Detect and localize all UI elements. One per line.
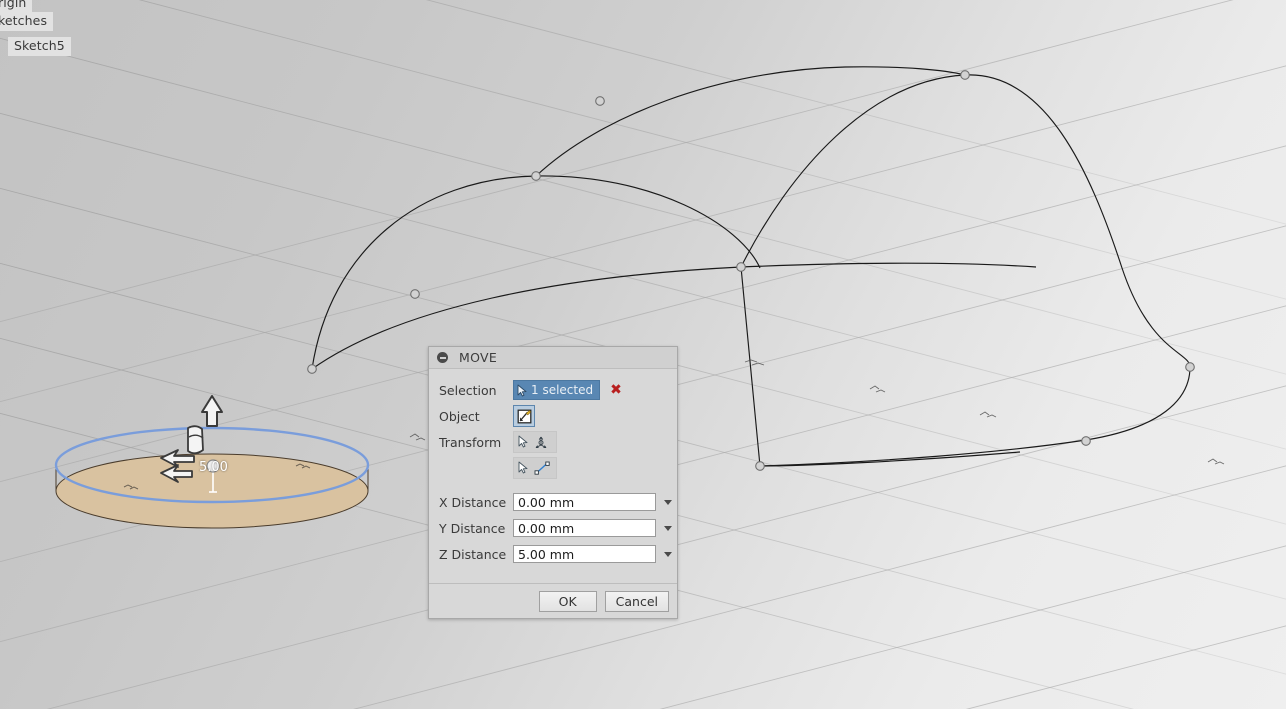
manip-left-arrow-lower	[160, 464, 193, 483]
dialog-footer: OK Cancel	[429, 584, 677, 618]
selection-label: Selection	[439, 382, 497, 398]
manip-drag-point	[206, 459, 220, 493]
dialog-body: Selection 1 selected ✖ Object Transform …	[429, 369, 677, 584]
z-distance-label: Z Distance	[439, 546, 507, 562]
row-z-distance: Z Distance	[429, 541, 677, 567]
manip-up-arrow	[201, 395, 223, 427]
x-distance-input[interactable]	[513, 493, 656, 511]
object-label: Object	[439, 408, 480, 424]
move-triad-icon[interactable]	[513, 431, 557, 453]
manip-plane-handle	[187, 425, 204, 455]
sketch-edit-icon[interactable]	[513, 405, 535, 427]
point-to-point-icon[interactable]	[513, 457, 557, 479]
y-distance-input[interactable]	[513, 519, 656, 537]
z-distance-input[interactable]	[513, 545, 656, 563]
selection-count-text: 1 selected	[531, 383, 594, 397]
row-transform: Transform	[429, 429, 677, 455]
cancel-button[interactable]: Cancel	[604, 590, 669, 612]
row-selection: Selection 1 selected ✖	[429, 377, 677, 403]
move-dialog[interactable]: MOVE Selection 1 selected ✖ Object Trans…	[428, 346, 678, 619]
dialog-title-text: MOVE	[459, 350, 498, 365]
minus-circle-icon[interactable]	[437, 352, 448, 363]
row-y-distance: Y Distance	[429, 515, 677, 541]
z-distance-dropdown-icon[interactable]	[664, 551, 672, 557]
browser-item-sketches[interactable]: ketches	[0, 12, 54, 31]
browser-item-sketch5[interactable]: Sketch5	[8, 37, 71, 56]
row-transform-second	[429, 455, 677, 481]
red-x-icon[interactable]: ✖	[610, 383, 622, 397]
fusion-360-window: 5.00 rigin ketches Sketch5 MOVE Selectio…	[0, 0, 1286, 709]
y-distance-label: Y Distance	[439, 520, 506, 536]
dialog-title-bar[interactable]: MOVE	[429, 347, 677, 369]
y-distance-dropdown-icon[interactable]	[664, 525, 672, 531]
cursor-arrow-icon	[517, 384, 527, 396]
transform-label: Transform	[439, 434, 502, 450]
row-x-distance: X Distance	[429, 489, 677, 515]
ok-button[interactable]: OK	[538, 590, 597, 612]
row-object: Object	[429, 403, 677, 429]
x-distance-dropdown-icon[interactable]	[664, 499, 672, 505]
x-distance-label: X Distance	[439, 494, 507, 510]
selection-field[interactable]: 1 selected	[513, 380, 601, 400]
